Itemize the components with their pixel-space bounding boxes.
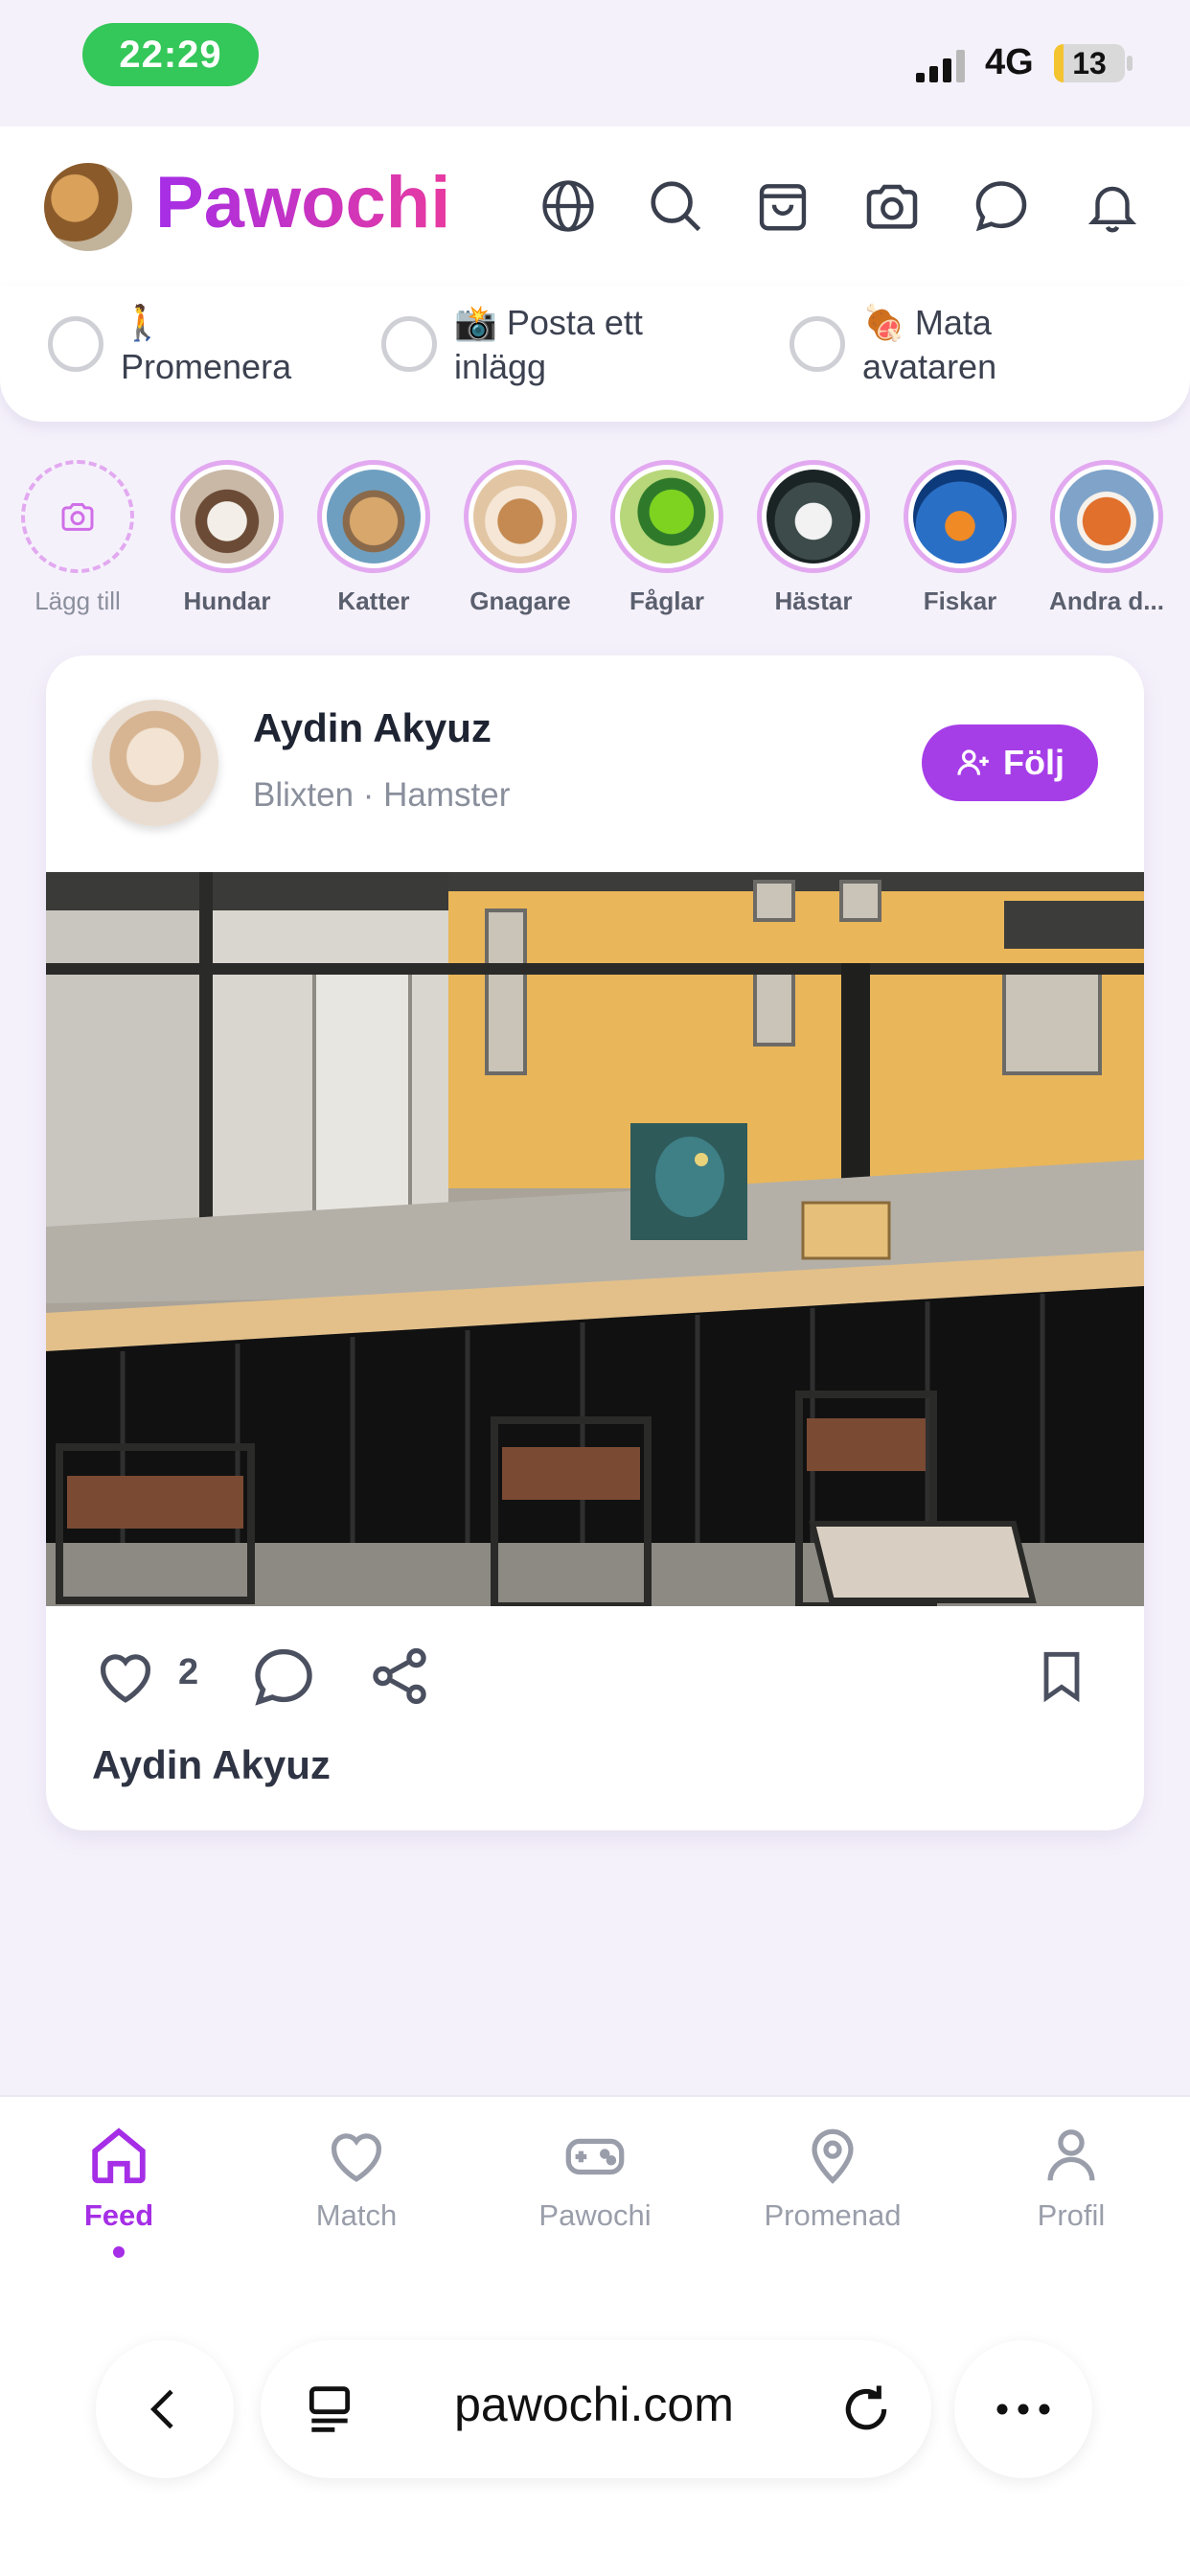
task-checkbox-feed[interactable] xyxy=(790,316,845,372)
camera-icon[interactable] xyxy=(858,172,926,240)
comment-button[interactable] xyxy=(249,1643,318,1712)
post-author-avatar[interactable] xyxy=(92,700,218,826)
category-horses[interactable] xyxy=(757,460,870,573)
shopping-bag-icon[interactable] xyxy=(749,172,816,240)
signal-icon xyxy=(916,50,965,82)
post-pet-info: Blixten · Hamster xyxy=(253,776,511,814)
battery-cap xyxy=(1127,56,1133,71)
heart-icon xyxy=(332,2133,381,2182)
dog-image xyxy=(180,470,274,564)
ellipsis-icon xyxy=(996,2404,1050,2415)
heart-icon xyxy=(101,1654,150,1703)
follow-button[interactable]: Följ xyxy=(922,724,1098,801)
back-button[interactable] xyxy=(96,2340,234,2478)
category-rodents[interactable] xyxy=(464,460,577,573)
task-post[interactable]: 📸 Posta ett inlägg xyxy=(454,301,703,389)
chevron-left-icon xyxy=(150,2389,173,2429)
category-dogs-label: Hundar xyxy=(183,586,271,615)
post-photo[interactable] xyxy=(46,872,1144,1606)
share-button[interactable] xyxy=(366,1643,433,1710)
fish-image xyxy=(913,470,1007,564)
nav-match-label: Match xyxy=(315,2198,398,2232)
nav-promenad-label: Promenad xyxy=(764,2198,902,2232)
search-icon[interactable] xyxy=(642,172,709,240)
category-birds[interactable] xyxy=(610,460,723,573)
reader-mode-icon[interactable] xyxy=(299,2379,360,2440)
fox-image xyxy=(1060,470,1154,564)
task-checkbox-walk[interactable] xyxy=(48,316,103,372)
status-time: 22:29 xyxy=(82,23,259,86)
nav-promenad[interactable]: Promenad xyxy=(727,2122,938,2233)
camera-flash-icon: 📸 xyxy=(454,303,497,342)
nav-pawochi[interactable]: Pawochi xyxy=(490,2122,700,2233)
active-indicator xyxy=(113,2246,125,2258)
nav-feed-label: Feed xyxy=(83,2198,154,2232)
bookmark-icon xyxy=(1043,1651,1080,1703)
url-text[interactable]: pawochi.com xyxy=(402,2377,786,2432)
add-user-icon xyxy=(957,749,989,775)
category-other[interactable] xyxy=(1050,460,1163,573)
task-walk[interactable]: 🚶 Promenera xyxy=(121,301,370,389)
more-options-button[interactable] xyxy=(954,2340,1092,2478)
follow-label: Följ xyxy=(1003,743,1064,782)
category-birds-label: Fåglar xyxy=(629,586,705,615)
task-checkbox-post[interactable] xyxy=(381,316,437,372)
category-other-label: Andra d... xyxy=(1049,586,1164,615)
brand-name[interactable]: Pawochi xyxy=(155,161,450,244)
nav-pawochi-label: Pawochi xyxy=(538,2198,652,2232)
walk-icon: 🚶 xyxy=(121,303,164,342)
nav-profil-label: Profil xyxy=(1037,2198,1106,2232)
location-pin-icon xyxy=(812,2128,854,2184)
rodent-image xyxy=(473,470,567,564)
meat-icon: 🍖 xyxy=(862,303,905,342)
category-cats-label: Katter xyxy=(337,586,410,615)
horse-image xyxy=(767,470,860,564)
bell-icon[interactable] xyxy=(1079,172,1146,240)
reload-icon[interactable] xyxy=(835,2379,897,2440)
comment-icon xyxy=(255,1648,312,1706)
network-type: 4G xyxy=(985,42,1034,82)
category-fish-label: Fiskar xyxy=(923,586,997,615)
like-button[interactable] xyxy=(92,1643,159,1710)
home-icon xyxy=(92,2128,146,2184)
battery-level: 13 xyxy=(1072,45,1107,80)
task-feed[interactable]: 🍖 Mata avataren xyxy=(862,301,1073,389)
cat-image xyxy=(327,470,421,564)
category-dogs[interactable] xyxy=(171,460,284,573)
gamepad-icon xyxy=(565,2138,625,2175)
street-scene-image xyxy=(46,872,1144,1606)
like-count: 2 xyxy=(178,1652,199,1692)
nav-profil[interactable]: Profil xyxy=(966,2122,1177,2233)
person-icon xyxy=(1047,2129,1095,2181)
add-story-label: Lägg till xyxy=(34,586,121,615)
chat-icon[interactable] xyxy=(968,172,1035,240)
brand-logo[interactable] xyxy=(44,163,132,251)
post-author-name[interactable]: Aydin Akyuz xyxy=(253,705,492,751)
share-icon xyxy=(373,1647,426,1705)
bookmark-button[interactable] xyxy=(1031,1643,1092,1710)
category-cats[interactable] xyxy=(317,460,430,573)
category-rodents-label: Gnagare xyxy=(469,586,571,615)
category-fish[interactable] xyxy=(904,460,1017,573)
category-horses-label: Hästar xyxy=(774,586,853,615)
bird-image xyxy=(620,470,714,564)
task-walk-label: Promenera xyxy=(121,347,292,386)
nav-match[interactable]: Match xyxy=(251,2122,462,2233)
camera-icon xyxy=(61,503,94,531)
battery-icon: 13 xyxy=(1054,44,1125,82)
nav-feed[interactable]: Feed xyxy=(13,2122,224,2233)
caption-author[interactable]: Aydin Akyuz xyxy=(92,1742,331,1788)
globe-icon[interactable] xyxy=(535,172,602,240)
add-story-button[interactable] xyxy=(21,460,134,573)
